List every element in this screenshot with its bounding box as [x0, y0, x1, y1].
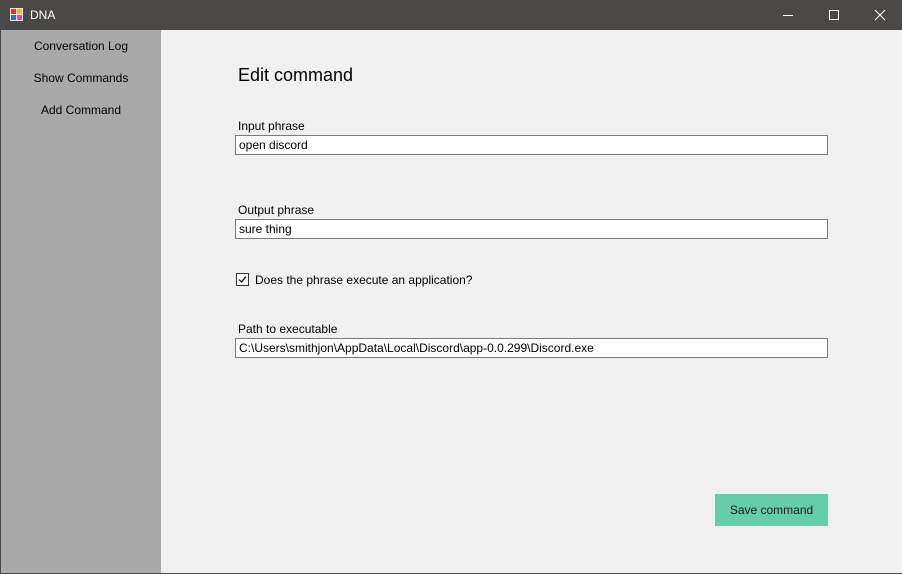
executes-application-label: Does the phrase execute an application?: [255, 273, 473, 287]
output-phrase-label: Output phrase: [238, 203, 315, 217]
sidebar: Conversation Log Show Commands Add Comma…: [1, 30, 161, 573]
checkmark-icon: [238, 276, 247, 284]
window-title: DNA: [30, 8, 56, 22]
maximize-icon: [829, 10, 839, 20]
path-to-executable-label: Path to executable: [238, 322, 338, 336]
sidebar-item-show-commands[interactable]: Show Commands: [1, 68, 161, 88]
edit-command-panel: Edit command Input phrase Output phrase …: [161, 30, 902, 573]
sidebar-item-conversation-log[interactable]: Conversation Log: [1, 36, 161, 56]
output-phrase-field[interactable]: [235, 219, 828, 239]
maximize-button[interactable]: [811, 0, 857, 30]
close-icon: [874, 9, 886, 21]
page-title: Edit command: [238, 65, 354, 85]
executes-application-checkbox[interactable]: [236, 273, 249, 286]
save-command-button[interactable]: Save command: [715, 494, 828, 526]
dna-app-icon: [10, 8, 23, 21]
input-phrase-label: Input phrase: [238, 119, 305, 133]
sidebar-item-add-command[interactable]: Add Command: [1, 100, 161, 120]
input-phrase-field[interactable]: [235, 135, 828, 155]
close-button[interactable]: [857, 0, 902, 30]
path-to-executable-field[interactable]: [235, 338, 828, 358]
minimize-button[interactable]: [765, 0, 811, 30]
title-bar[interactable]: DNA: [1, 0, 902, 30]
app-window: DNA Conversation Log Show Commands Add C…: [0, 0, 902, 574]
minimize-icon: [783, 15, 793, 16]
